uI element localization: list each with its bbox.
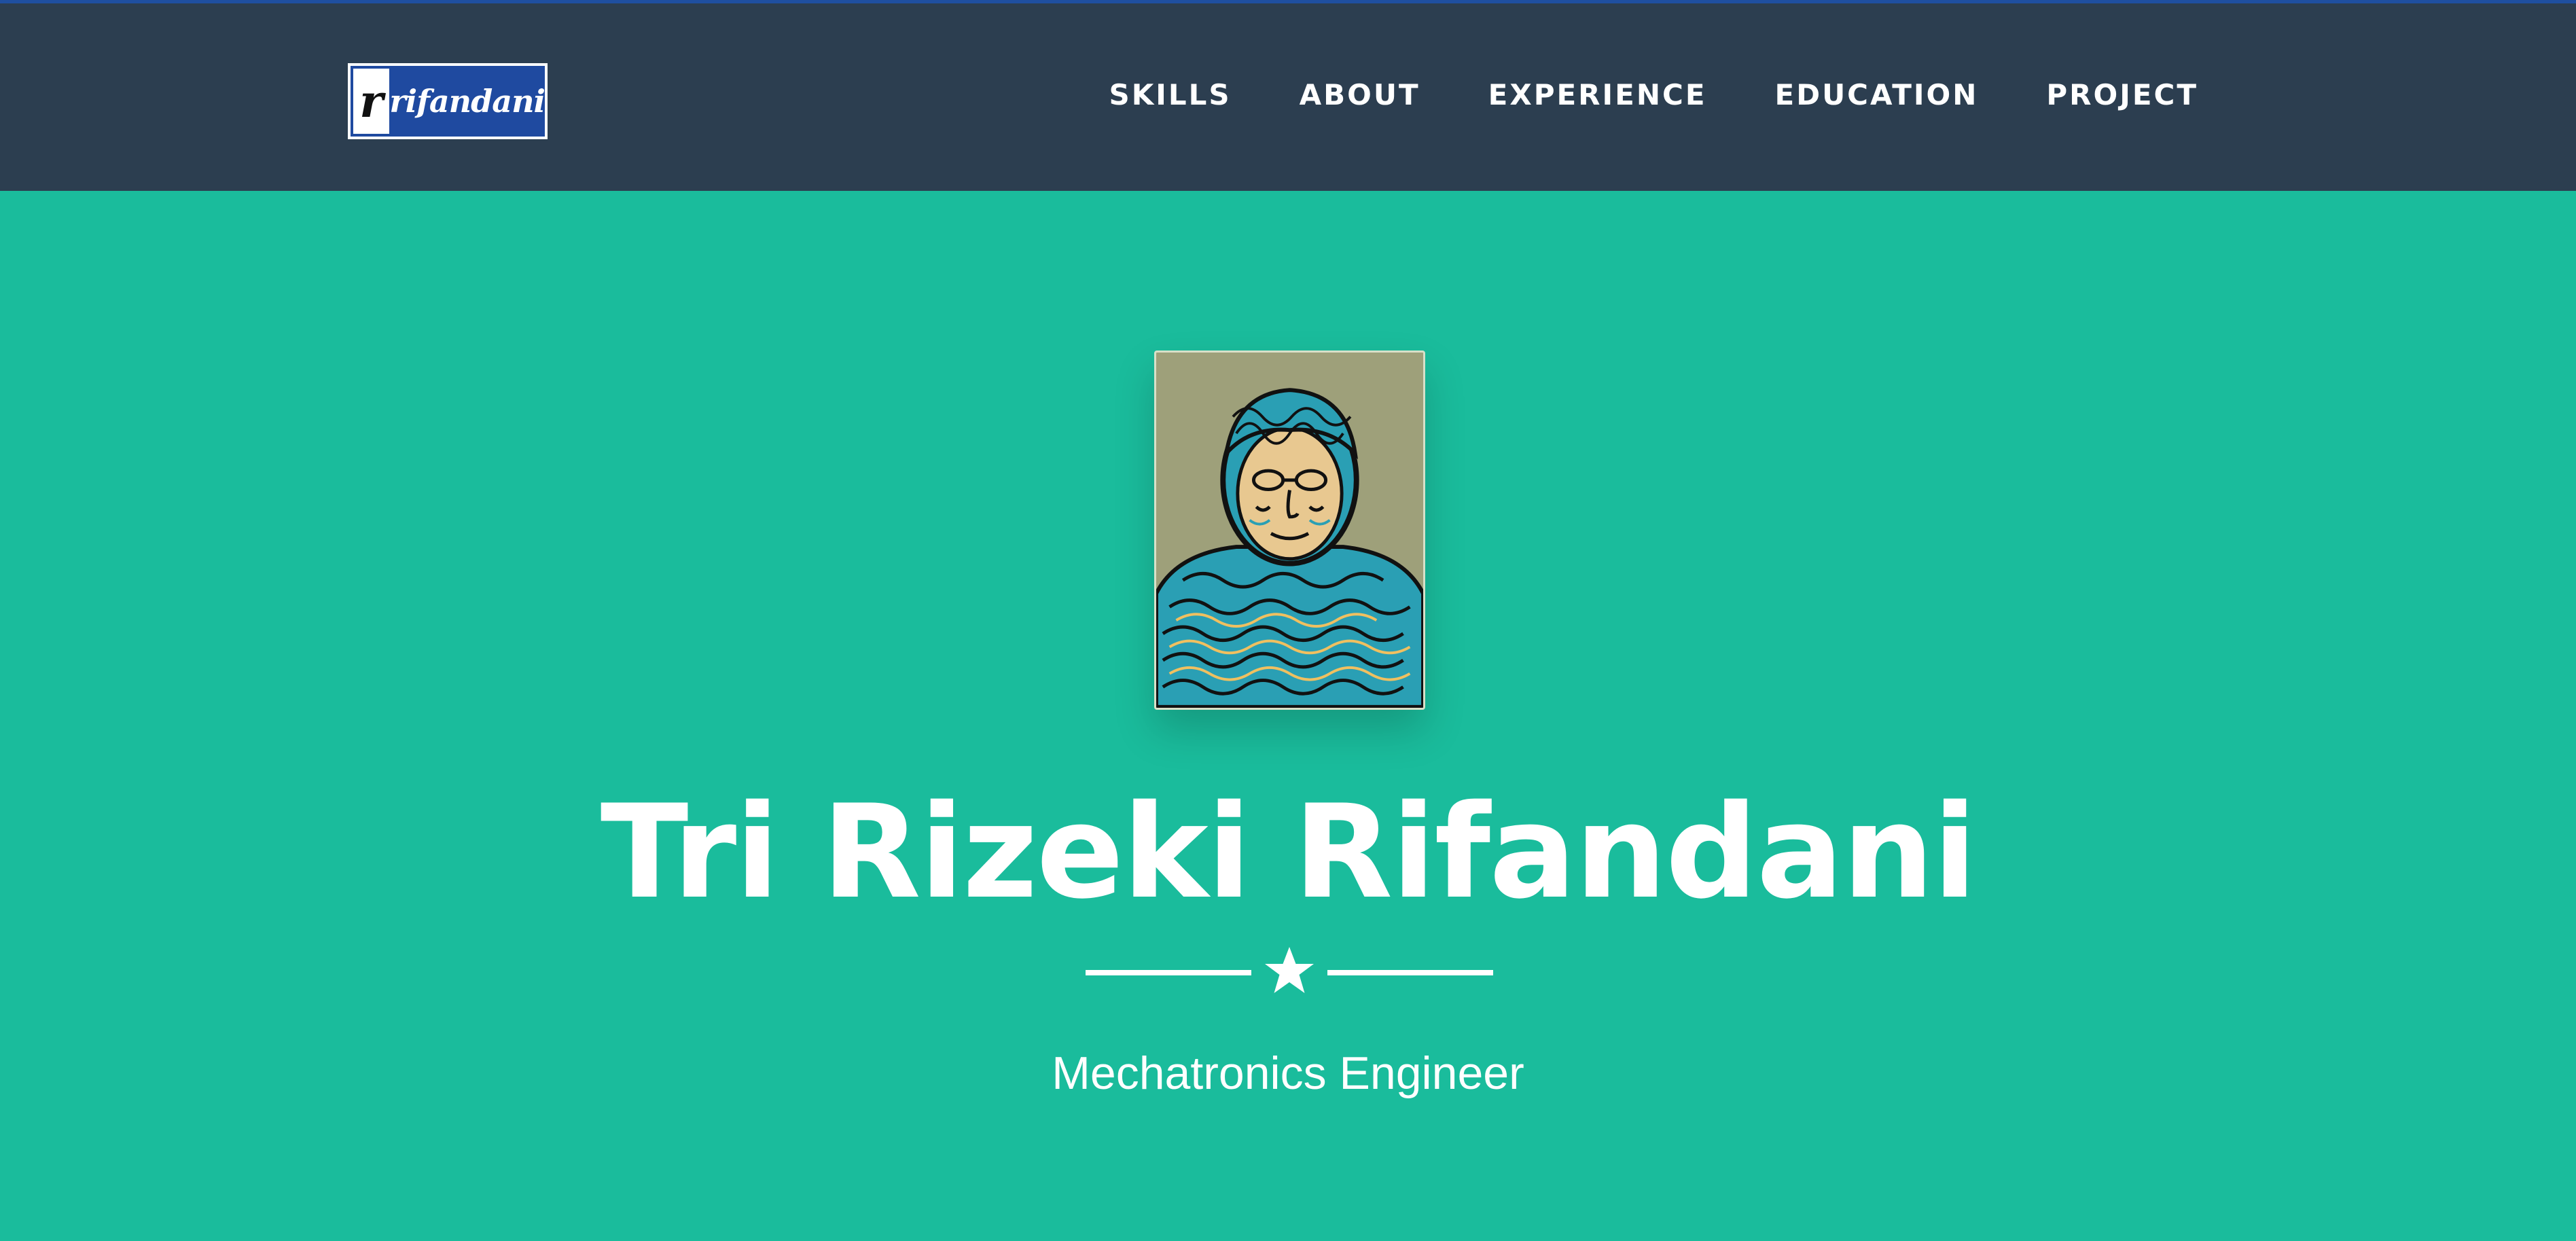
nav-menu: SKILLS ABOUT EXPERIENCE EDUCATION PROJEC… bbox=[1041, 78, 2198, 111]
hero-subtitle: Mechatronics Engineer bbox=[1052, 1047, 1524, 1099]
divider-line-right bbox=[1327, 970, 1493, 975]
brand-mark: r bbox=[353, 69, 390, 134]
nav-link-education[interactable]: EDUCATION bbox=[1775, 78, 1979, 111]
avatar bbox=[1154, 350, 1425, 710]
hero-divider bbox=[1086, 944, 1493, 999]
nav-link-about[interactable]: ABOUT bbox=[1300, 78, 1420, 111]
brand-logo[interactable]: r rifandani bbox=[348, 63, 548, 139]
brand-text: rifandani bbox=[389, 83, 545, 120]
nav-link-project[interactable]: PROJECT bbox=[2046, 78, 2198, 111]
star-icon bbox=[1265, 947, 1314, 993]
navbar: r rifandani SKILLS ABOUT EXPERIENCE EDUC… bbox=[0, 3, 2576, 191]
portrait-image bbox=[1156, 353, 1423, 708]
divider-line-left bbox=[1086, 970, 1251, 975]
nav-link-experience[interactable]: EXPERIENCE bbox=[1488, 78, 1707, 111]
nav-link-skills[interactable]: SKILLS bbox=[1109, 78, 1231, 111]
hero-title: Tri Rizeki Rifandani bbox=[600, 777, 1977, 927]
